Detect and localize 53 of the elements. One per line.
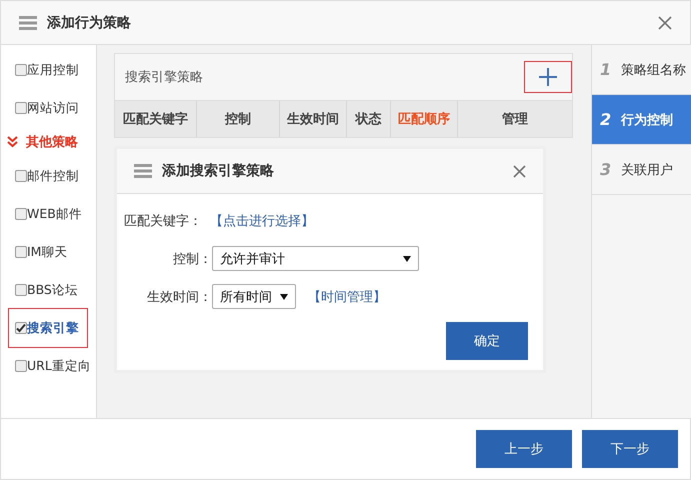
- step-label: 策略组名称: [621, 62, 686, 78]
- checkbox[interactable]: [15, 170, 27, 182]
- close-icon[interactable]: [513, 164, 526, 178]
- caret-down-icon: [280, 294, 288, 300]
- column-header: 管理: [501, 111, 529, 129]
- checkbox-label[interactable]: 网站访问: [27, 98, 93, 118]
- menu-icon[interactable]: [134, 164, 152, 178]
- chevron-down-icon[interactable]: [7, 136, 18, 148]
- column-header: 匹配关键字: [115, 101, 197, 137]
- checkbox[interactable]: [15, 322, 27, 334]
- step-item[interactable]: 2 行为控制: [592, 95, 691, 145]
- time-manage-link[interactable]: 【时间管理】: [308, 288, 386, 306]
- time-select[interactable]: 所有时间: [212, 284, 296, 309]
- column-header: 状态: [347, 101, 391, 137]
- checkbox-label[interactable]: 应用控制: [27, 60, 93, 80]
- checkbox-label[interactable]: 搜索引擎: [27, 318, 87, 338]
- checkbox-label[interactable]: 邮件控制: [27, 166, 93, 186]
- close-icon[interactable]: [658, 16, 672, 30]
- panel-title: 搜索引擎策略: [125, 69, 203, 86]
- control-select[interactable]: 允许并审计: [212, 246, 419, 271]
- confirm-button[interactable]: 确定: [446, 322, 528, 360]
- checkbox[interactable]: [15, 208, 27, 220]
- step-label: 关联用户: [621, 162, 674, 178]
- keyword-label: 匹配关键字：: [124, 213, 202, 230]
- select-link[interactable]: 【点击进行选择】: [210, 212, 314, 230]
- checkbox[interactable]: [15, 64, 27, 76]
- control-label: 控制：: [172, 250, 212, 268]
- checkbox-label[interactable]: IM聊天: [27, 242, 93, 262]
- checkbox-label[interactable]: BBS论坛: [27, 280, 93, 300]
- step-label: 行为控制: [621, 112, 674, 128]
- checkbox-label[interactable]: WEB邮件: [27, 204, 93, 224]
- checkbox[interactable]: [15, 246, 27, 258]
- plus-icon: [539, 68, 557, 86]
- group-label[interactable]: 其他策略: [26, 133, 78, 151]
- caret-down-icon: [403, 256, 411, 262]
- column-header: 控制: [197, 101, 280, 137]
- step-number: 2: [600, 110, 612, 129]
- step-button[interactable]: 下一步: [582, 430, 678, 468]
- step-item[interactable]: 3 关联用户: [592, 145, 691, 195]
- add-button[interactable]: [524, 61, 572, 93]
- checkbox-label[interactable]: URL重定向: [27, 356, 93, 376]
- checkbox[interactable]: [15, 284, 27, 296]
- checkbox[interactable]: [15, 360, 27, 372]
- menu-icon[interactable]: [19, 16, 37, 30]
- step-number: 1: [600, 60, 612, 79]
- column-header: 匹配顺序: [391, 101, 458, 137]
- window-title: 添加行为策略: [47, 14, 131, 32]
- time-label: 生效时间：: [146, 288, 212, 306]
- step-button[interactable]: 上一步: [476, 430, 572, 468]
- checkbox[interactable]: [15, 102, 27, 114]
- dialog-title: 添加搜索引擎策略: [162, 162, 274, 180]
- column-header: 生效时间: [280, 101, 347, 137]
- step-number: 3: [600, 160, 612, 179]
